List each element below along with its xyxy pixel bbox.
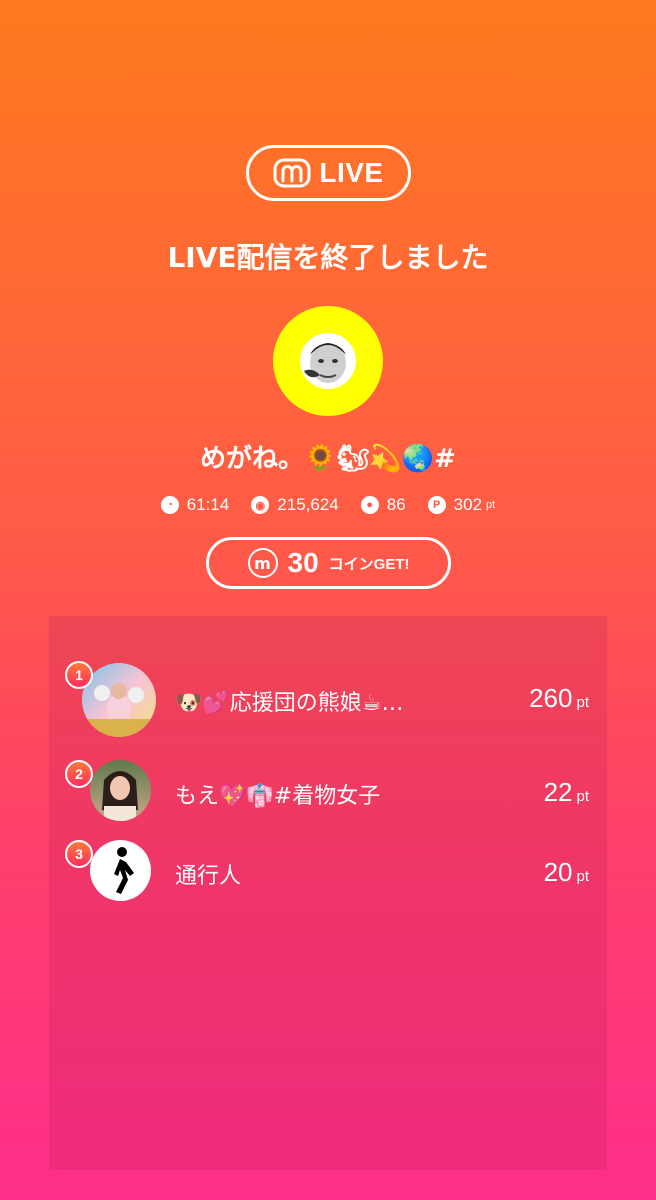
- rank-badge: 1: [65, 661, 93, 689]
- rank-badge: 3: [65, 840, 93, 868]
- user-points: 20 pt: [544, 857, 589, 888]
- coin-get-button[interactable]: m 30 コインGET!: [206, 537, 451, 589]
- ranking-row[interactable]: 1 🐶💕応援団の熊娘☕… 260 pt: [49, 661, 607, 741]
- user-points-unit: pt: [576, 694, 589, 711]
- face-photo-icon: [300, 333, 356, 389]
- live-badge-label: LIVE: [319, 157, 384, 188]
- coin-label: コインGET!: [328, 555, 410, 573]
- coin-m-icon: m: [247, 548, 278, 578]
- m-logo-icon: [273, 158, 311, 188]
- viewers-stat: ◉ 215,624: [251, 495, 339, 515]
- points-unit: pt: [486, 499, 496, 511]
- comments-stat: ● 86: [360, 495, 406, 515]
- user-name: 通行人: [175, 864, 242, 889]
- user-points-value: 22: [543, 777, 573, 807]
- user-avatar[interactable]: [90, 760, 151, 821]
- user-name: もえ💖👘#着物女子: [175, 784, 381, 809]
- comments-value: 86: [386, 495, 406, 514]
- clock-icon: ◔: [160, 496, 179, 514]
- stats-bar: ◔ 61:14 ◉ 215,624 ● 86 P 302 pt: [0, 495, 656, 515]
- ranking-row[interactable]: 2 もえ💖👘#着物女子 22 pt: [49, 760, 607, 824]
- comment-bubble-icon: ●: [360, 496, 379, 514]
- duration-stat: ◔ 61:14: [160, 495, 230, 515]
- viewers-icon: ◉: [251, 496, 270, 514]
- points-value: 302: [453, 495, 483, 514]
- user-avatar[interactable]: [82, 663, 156, 737]
- streamer-avatar[interactable]: [273, 306, 383, 416]
- user-photo-icon: [102, 771, 138, 821]
- user-points-value: 260: [529, 683, 573, 713]
- user-avatar[interactable]: [90, 840, 151, 901]
- viewers-value: 215,624: [277, 495, 339, 514]
- duration-value: 61:14: [186, 495, 230, 514]
- streamer-name: めがね。🌻🐿💫🌏#: [200, 444, 456, 474]
- user-points-unit: pt: [576, 868, 589, 885]
- live-badge: LIVE: [246, 145, 411, 201]
- user-photo-icon: [82, 683, 156, 737]
- page-title: LIVE配信を終了しました: [167, 241, 489, 274]
- ranking-panel: 1 🐶💕応援団の熊娘☕… 260 pt 2 もえ💖👘#着物女子 22 pt 3 …: [49, 616, 607, 1170]
- ranking-row[interactable]: 3 通行人 20 pt: [49, 840, 607, 904]
- rank-badge: 2: [65, 760, 93, 788]
- points-stat: P 302 pt: [427, 495, 496, 515]
- coin-amount: 30: [287, 547, 319, 578]
- user-name: 🐶💕応援団の熊娘☕…: [175, 691, 404, 716]
- user-points-unit: pt: [576, 788, 589, 805]
- points-icon: P: [427, 496, 446, 514]
- user-points-value: 20: [543, 857, 573, 887]
- user-points: 260 pt: [529, 683, 589, 714]
- user-points: 22 pt: [544, 777, 589, 808]
- pedestrian-icon: [114, 847, 134, 894]
